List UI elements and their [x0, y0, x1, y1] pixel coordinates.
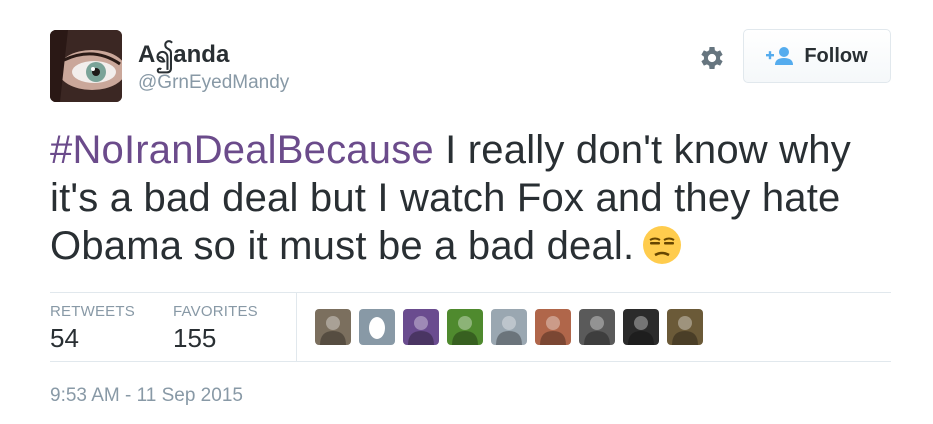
favorites-count[interactable]: 155 [173, 323, 216, 354]
tweet-card: A၍anda @GrnEyedMandy Follow #NoIranDealB… [0, 0, 933, 424]
favoriter-avatar[interactable] [315, 309, 351, 345]
favoriter-avatar[interactable] [535, 309, 571, 345]
favoriters-list [315, 309, 703, 345]
avatar[interactable] [50, 30, 122, 102]
gear-icon[interactable] [697, 43, 727, 73]
stats-separator [296, 292, 297, 361]
stats-divider-bottom [50, 361, 891, 362]
favoriter-avatar[interactable] [403, 309, 439, 345]
favoriter-avatar[interactable] [623, 309, 659, 345]
stats-divider-top [50, 292, 891, 293]
unamused-face-emoji [642, 225, 682, 265]
user-display-name[interactable]: A၍anda [138, 38, 229, 74]
follow-button-label: Follow [804, 44, 868, 67]
favoriter-avatar[interactable] [447, 309, 483, 345]
tweet-text: #NoIranDealBecause I really don't know w… [50, 126, 900, 270]
follow-button[interactable]: Follow [743, 29, 891, 83]
retweets-label: RETWEETS [50, 303, 135, 320]
hashtag-link[interactable]: #NoIranDealBecause [50, 128, 434, 172]
favoriter-avatar[interactable] [491, 309, 527, 345]
tweet-timestamp[interactable]: 9:53 AM - 11 Sep 2015 [50, 385, 243, 407]
default-egg-avatar[interactable] [359, 309, 395, 345]
avatar-eye-image [50, 30, 122, 102]
user-handle[interactable]: @GrnEyedMandy [138, 72, 289, 94]
favoriter-avatar[interactable] [667, 309, 703, 345]
favoriter-avatar[interactable] [579, 309, 615, 345]
add-user-icon [766, 47, 794, 65]
retweets-count[interactable]: 54 [50, 323, 79, 354]
favorites-label: FAVORITES [173, 303, 258, 320]
